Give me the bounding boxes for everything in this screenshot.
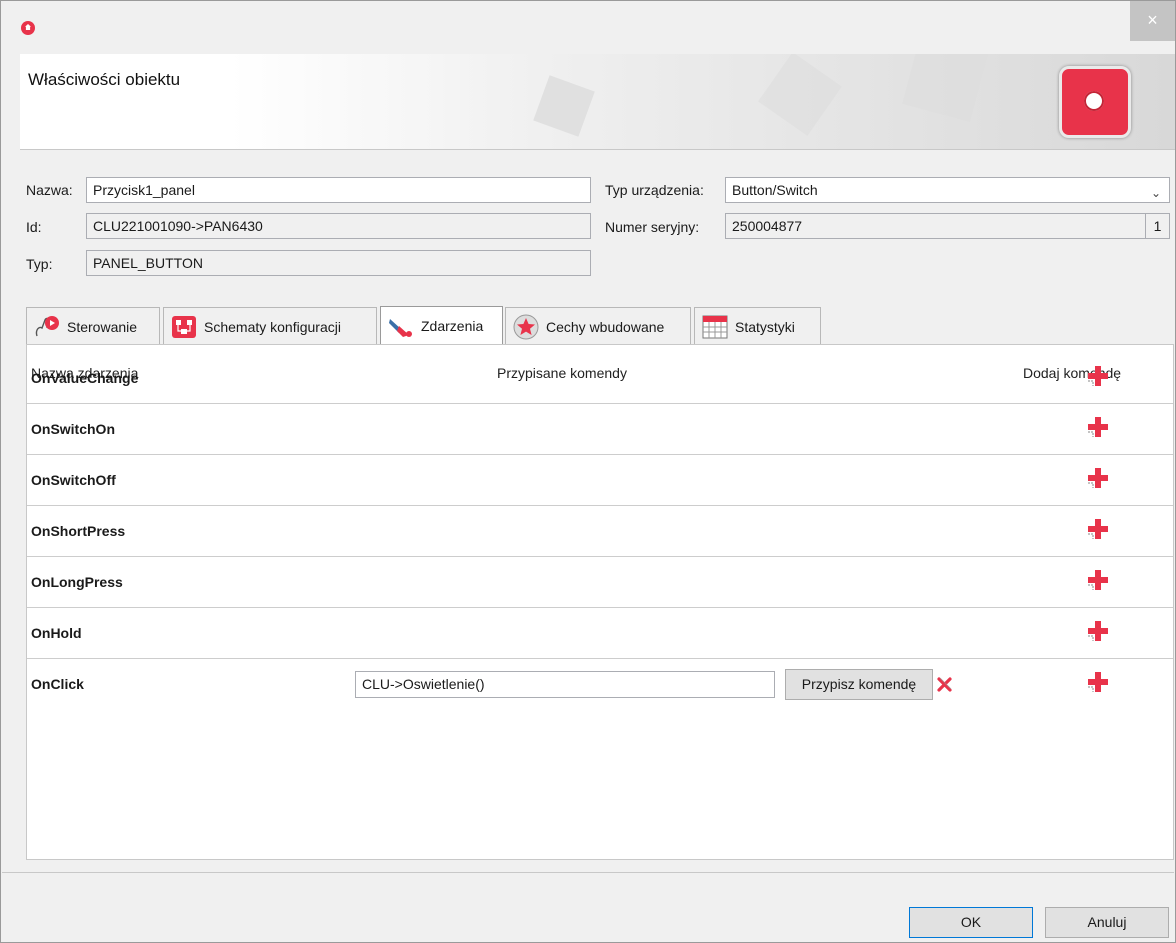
add-command-icon[interactable] bbox=[1087, 620, 1109, 642]
event-name: OnClick bbox=[31, 676, 84, 692]
dialog-title: Właściwości obiektu bbox=[28, 70, 181, 89]
type-field: PANEL_BUTTON bbox=[86, 250, 591, 276]
event-name: OnSwitchOff bbox=[31, 472, 116, 488]
events-panel: Nazwa zdarzenia Przypisane komendy Dodaj… bbox=[26, 344, 1174, 860]
device-type-select[interactable]: Button/Switch ⌄ bbox=[725, 177, 1170, 203]
header-divider bbox=[20, 149, 1175, 150]
add-command-icon[interactable] bbox=[1087, 416, 1109, 438]
object-properties-dialog: × Właściwości obiektu Nazwa: Przycisk1_p… bbox=[0, 0, 1176, 943]
dialog-header: Właściwości obiektu bbox=[20, 54, 1175, 149]
tab-label: Schematy konfiguracji bbox=[204, 319, 341, 335]
id-field: CLU221001090->PAN6430 bbox=[86, 213, 591, 239]
events-icon bbox=[389, 319, 412, 337]
add-command-icon[interactable] bbox=[1087, 365, 1109, 387]
event-row: OnSwitchOn bbox=[27, 404, 1173, 455]
hand-pointer-icon bbox=[35, 316, 59, 337]
title-bar: × bbox=[1, 1, 1175, 41]
add-command-icon[interactable] bbox=[1087, 671, 1109, 693]
tab-cechy-wbudowane[interactable]: Cechy wbudowane bbox=[505, 307, 691, 345]
star-icon bbox=[513, 314, 539, 340]
tab-schematy-konfiguracji[interactable]: Schematy konfiguracji bbox=[163, 307, 377, 345]
tab-sterowanie[interactable]: Sterowanie bbox=[26, 307, 160, 345]
footer-divider bbox=[2, 872, 1174, 873]
tab-label: Statystyki bbox=[735, 319, 795, 335]
header-background bbox=[230, 54, 1175, 149]
serial-suffix-field: 1 bbox=[1145, 213, 1170, 239]
tab-label: Zdarzenia bbox=[421, 318, 484, 334]
add-command-icon[interactable] bbox=[1087, 569, 1109, 591]
assigned-command-input[interactable]: CLU->Oswietlenie() bbox=[355, 671, 775, 698]
calendar-grid-icon bbox=[702, 315, 728, 339]
id-label: Id: bbox=[26, 219, 42, 235]
name-label: Nazwa: bbox=[26, 182, 73, 198]
event-row: OnHold bbox=[27, 608, 1173, 659]
event-row: OnShortPress bbox=[27, 506, 1173, 557]
serial-label: Numer seryjny: bbox=[605, 219, 700, 235]
add-command-icon[interactable] bbox=[1087, 518, 1109, 540]
serial-field: 250004877 bbox=[725, 213, 1146, 239]
tab-label: Cechy wbudowane bbox=[546, 319, 665, 335]
event-row: OnLongPress bbox=[27, 557, 1173, 608]
ok-button[interactable]: OK bbox=[909, 907, 1033, 938]
tab-label: Sterowanie bbox=[67, 319, 138, 335]
type-label: Typ: bbox=[26, 256, 53, 272]
tab-zdarzenia[interactable]: Zdarzenia bbox=[380, 306, 503, 346]
device-type-label: Typ urządzenia: bbox=[605, 182, 704, 198]
event-name: OnLongPress bbox=[31, 574, 123, 590]
home-app-icon bbox=[21, 21, 35, 35]
event-row: OnClick CLU->Oswietlenie() Przypisz kome… bbox=[27, 659, 1173, 710]
tab-strip: Sterowanie Schematy konfiguracji Zdarzen… bbox=[26, 306, 1174, 346]
device-type-value: Button/Switch bbox=[732, 182, 818, 198]
event-row: OnValueChange bbox=[27, 353, 1173, 404]
tab-statystyki[interactable]: Statystyki bbox=[694, 307, 821, 345]
schema-icon bbox=[172, 316, 196, 338]
event-name: OnValueChange bbox=[31, 370, 139, 386]
panel-button-device-icon bbox=[1059, 66, 1131, 138]
add-command-icon[interactable] bbox=[1087, 467, 1109, 489]
event-name: OnShortPress bbox=[31, 523, 126, 539]
chevron-down-icon: ⌄ bbox=[1150, 186, 1161, 200]
assign-command-button[interactable]: Przypisz komendę bbox=[785, 669, 933, 700]
name-input[interactable]: Przycisk1_panel bbox=[86, 177, 591, 203]
cancel-button[interactable]: Anuluj bbox=[1045, 907, 1169, 938]
delete-command-icon[interactable] bbox=[937, 676, 953, 692]
close-button[interactable]: × bbox=[1130, 1, 1175, 41]
event-row: OnSwitchOff bbox=[27, 455, 1173, 506]
event-name: OnHold bbox=[31, 625, 82, 641]
event-name: OnSwitchOn bbox=[31, 421, 115, 437]
